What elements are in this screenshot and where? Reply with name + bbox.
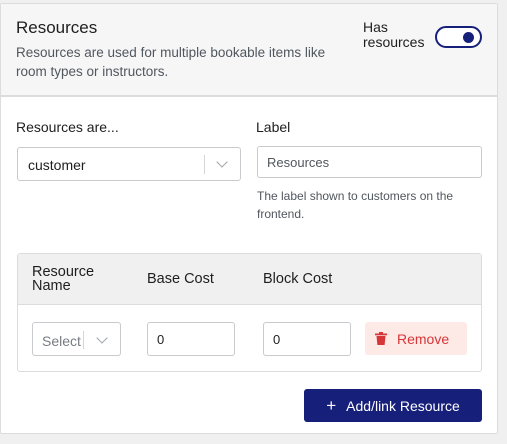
resources-are-label: Resources are... xyxy=(16,119,119,135)
column-block-cost: Block Cost xyxy=(263,271,333,287)
column-resource-name: Resource Name xyxy=(32,264,95,294)
trash-icon xyxy=(375,332,387,345)
has-resources-label: Has resources xyxy=(363,19,425,50)
resources-are-value: customer xyxy=(28,157,86,173)
label-help-text: The label shown to customers on the fron… xyxy=(257,189,454,221)
panel-description: Resources are used for multiple bookable… xyxy=(16,45,326,79)
plus-icon: + xyxy=(326,395,337,415)
base-cost-input[interactable] xyxy=(147,322,235,356)
label-field-label: Label xyxy=(256,119,291,135)
add-link-resource-label: Add/link Resource xyxy=(346,397,460,414)
resources-table: Resource Name Base Cost Block Cost Selec… xyxy=(17,253,482,372)
block-cost-input[interactable] xyxy=(263,322,351,356)
toggle-knob xyxy=(463,32,474,43)
resource-select[interactable]: Select xyxy=(32,322,121,356)
chevron-down-icon xyxy=(216,156,228,168)
add-link-resource-button[interactable]: + Add/link Resource xyxy=(304,389,482,422)
label-input[interactable] xyxy=(257,146,482,178)
table-header: Resource Name Base Cost Block Cost xyxy=(18,254,481,305)
select-divider xyxy=(204,155,205,174)
remove-button[interactable]: Remove xyxy=(365,322,467,355)
resources-panel: Resources Resources are used for multipl… xyxy=(0,3,498,434)
resource-select-placeholder: Select xyxy=(42,333,81,349)
select-divider xyxy=(83,331,84,349)
panel-title: Resources xyxy=(16,18,98,37)
column-base-cost: Base Cost xyxy=(147,271,214,287)
chevron-down-icon xyxy=(96,332,108,344)
remove-label: Remove xyxy=(397,330,450,347)
has-resources-toggle[interactable] xyxy=(435,26,482,48)
panel-header: Resources Resources are used for multipl… xyxy=(1,4,497,97)
resources-are-select[interactable]: customer xyxy=(17,147,241,181)
